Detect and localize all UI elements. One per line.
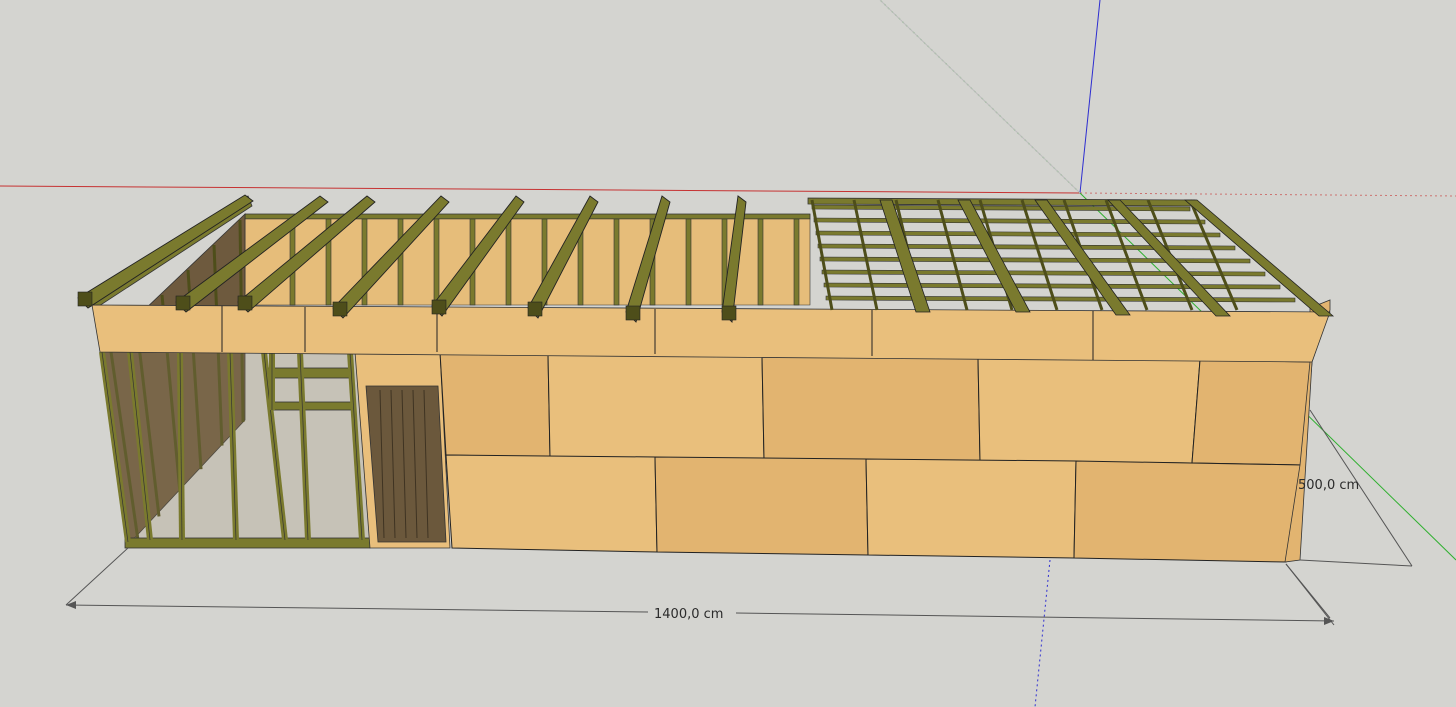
door-opening[interactable] (365, 385, 447, 543)
front-top-band (91, 304, 1331, 363)
osb-panel (865, 458, 1077, 559)
grid-roof-back-plate (807, 197, 1196, 207)
blue-axis-line (1079, 0, 1101, 194)
front-top-band-osb (91, 304, 1331, 363)
osb-panel (977, 357, 1201, 464)
rafter-end (527, 301, 543, 317)
rafter-end (332, 301, 348, 317)
grid-joist (823, 282, 1281, 290)
dimension-length-line-b (735, 612, 1335, 622)
front-wall-sheathing[interactable] (439, 351, 1313, 563)
dimension-width-ext (1299, 559, 1413, 567)
rafter-end (721, 305, 737, 321)
back-wall-top-plate (244, 213, 811, 220)
rafter-end (77, 291, 93, 307)
osb-panel (439, 351, 551, 458)
dimension-length-ext-left (65, 547, 129, 606)
window-header (267, 367, 353, 379)
back-wall-stud (757, 218, 764, 306)
osb-panel (445, 454, 658, 553)
grid-joist (813, 217, 1206, 225)
osb-panel (654, 456, 869, 556)
back-wall-stud (505, 218, 512, 306)
osb-panel (761, 355, 981, 462)
blue-axis-line-dotted (1034, 559, 1051, 707)
rafter-end (431, 299, 447, 315)
grid-joist (825, 295, 1296, 303)
grid-beam (957, 199, 1031, 313)
grid-joist (817, 243, 1236, 251)
grid-cross-rail (852, 199, 879, 311)
osb-panel (547, 353, 765, 460)
back-wall-stud (793, 218, 800, 306)
red-axis-line-dotted (1079, 192, 1456, 197)
modeling-viewport[interactable]: 1400,0 cm 500,0 cm (0, 0, 1456, 707)
grid-roof-frame[interactable] (807, 197, 1196, 207)
grid-cross-rail (810, 199, 834, 311)
grid-cross-rail (936, 199, 969, 311)
rafter-end (625, 305, 641, 321)
red-axis-line (0, 185, 1081, 194)
back-wall-stud (433, 218, 440, 306)
model-scene[interactable]: 1400,0 cm 500,0 cm (0, 0, 1456, 707)
dimension-width-label: 500,0 cm (1298, 478, 1359, 493)
rafter-end (175, 295, 191, 311)
front-bottom-plate (124, 537, 371, 549)
rafter-end (237, 295, 253, 311)
dimension-length-label: 1400,0 cm (654, 607, 723, 622)
dimension-width-line-low (1285, 563, 1331, 619)
grid-beam (879, 199, 931, 313)
grid-joist (819, 256, 1251, 264)
dimension-length-line-a (65, 604, 649, 613)
back-wall-stud (685, 218, 692, 306)
horizon-line (879, 0, 1081, 194)
osb-panel (1073, 460, 1303, 563)
dimension-length-arrow-left (66, 601, 76, 609)
door-panel[interactable] (354, 351, 451, 549)
back-wall-stud (613, 218, 620, 306)
back-wall-stud (397, 218, 404, 306)
osb-panel (1191, 359, 1313, 466)
window-sill (267, 401, 353, 411)
